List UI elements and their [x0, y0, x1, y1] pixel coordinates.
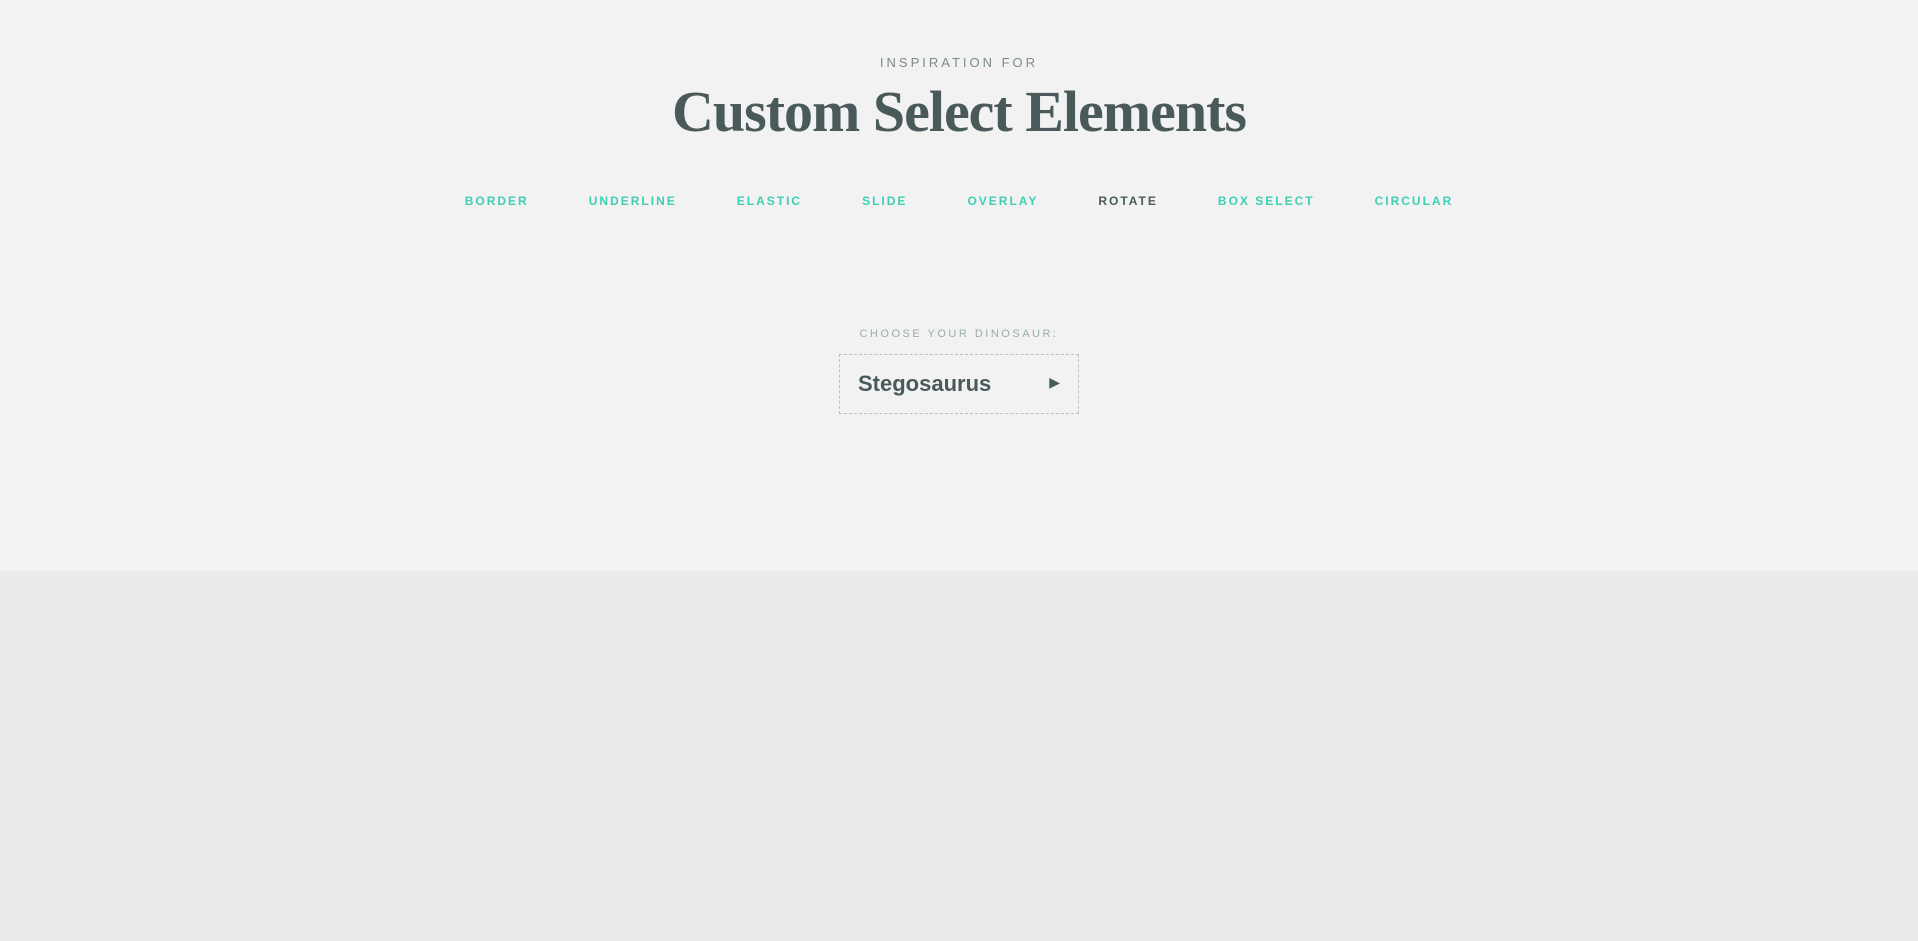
nav-item-overlay[interactable]: OVERLAY	[967, 194, 1038, 208]
select-arrow-icon: ▶	[1049, 375, 1060, 392]
page-wrapper: INSPIRATION FOR Custom Select Elements B…	[0, 0, 1918, 941]
nav-item-circular[interactable]: CIRCULAR	[1375, 194, 1454, 208]
nav-item-box-select[interactable]: BOX SELECT	[1218, 194, 1315, 208]
nav-item-underline[interactable]: UNDERLINE	[589, 194, 677, 208]
dinosaur-select[interactable]: Stegosaurus ▶	[839, 354, 1079, 414]
header-section: INSPIRATION FOR Custom Select Elements	[672, 55, 1246, 144]
content-section: CHOOSE YOUR DINOSAUR: Stegosaurus ▶	[839, 328, 1079, 414]
choose-label: CHOOSE YOUR DINOSAUR:	[860, 328, 1059, 340]
page-subtitle: INSPIRATION FOR	[672, 55, 1246, 70]
lower-section	[0, 571, 1918, 941]
select-value: Stegosaurus	[858, 371, 991, 397]
nav-item-border[interactable]: BORDER	[465, 194, 529, 208]
nav-item-elastic[interactable]: ELASTIC	[737, 194, 802, 208]
nav-item-slide[interactable]: SLIDE	[862, 194, 907, 208]
nav-item-rotate[interactable]: ROTATE	[1098, 194, 1158, 208]
nav-section: BORDER UNDERLINE ELASTIC SLIDE OVERLAY R…	[465, 194, 1454, 208]
page-title: Custom Select Elements	[672, 80, 1246, 144]
